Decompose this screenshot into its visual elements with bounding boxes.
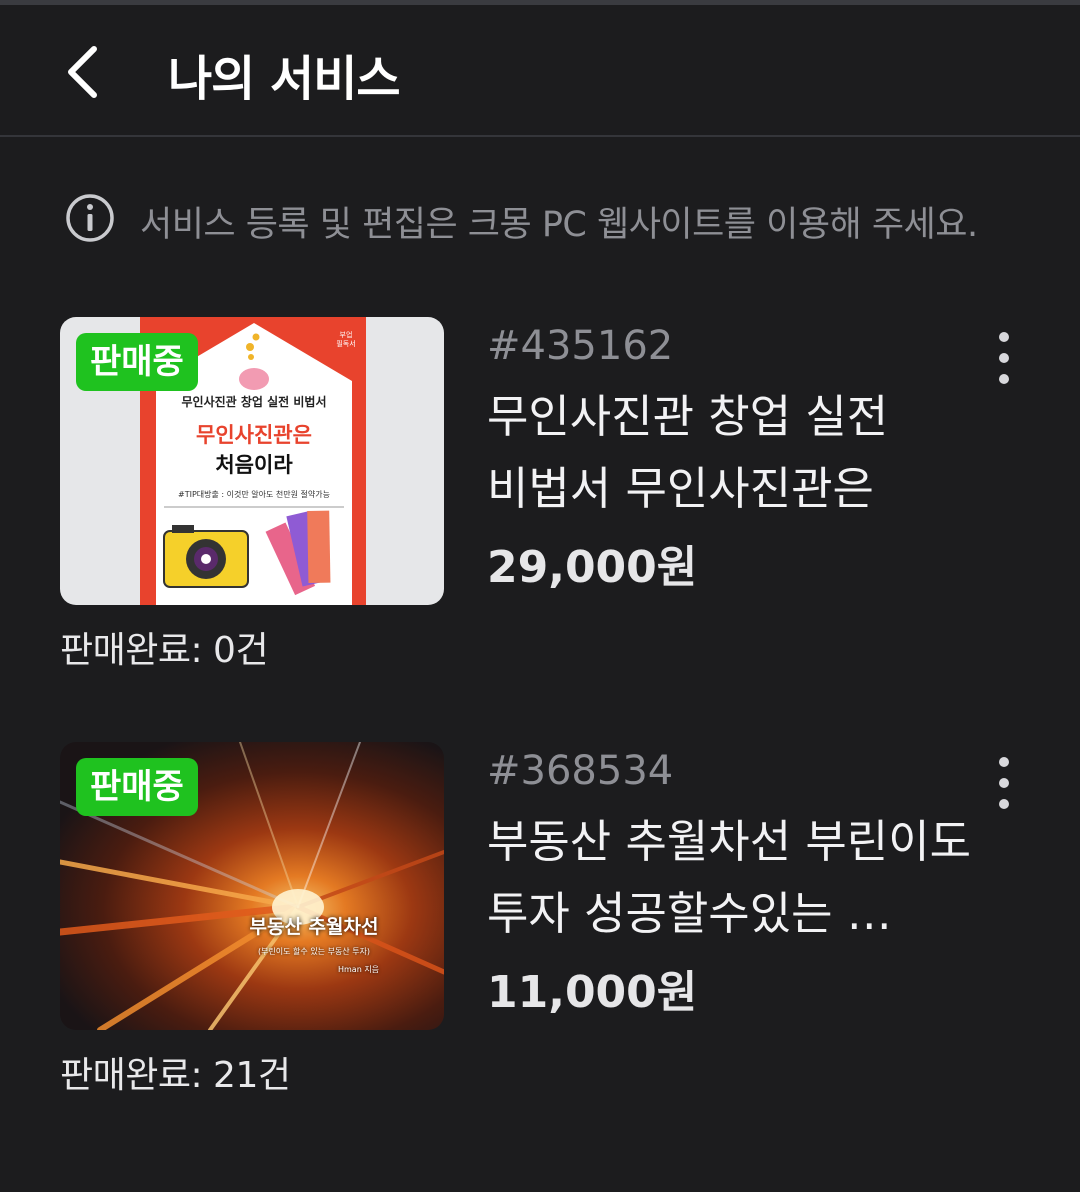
service-item: 부동산 추월차선 (부린이도 할수 있는 부동산 투자) Hman 지음 판매중… [0,742,1080,1102]
more-vertical-icon [999,332,1009,384]
service-code: #368534 [487,748,674,794]
thumbnail-corner-tag: 부업 필독서 [336,331,356,348]
thumbnail-subtitle: (부린이도 할수 있는 부동산 투자) [257,947,371,956]
back-button[interactable] [54,35,118,109]
thumbnail-author: Hman 지음 [338,965,380,974]
thumbnail-title-red: 무인사진관은 [196,423,312,447]
sold-count: 판매완료: 21건 [60,1055,291,1096]
thumbnail-tagline: #TIP대방출 : 이것만 알아도 천만원 절약가능 [178,490,330,499]
thumbnail-title-black: 처음이라 [215,453,293,477]
service-price: 29,000원 [487,542,698,593]
service-title[interactable]: 무인사진관 창업 실전 비법서 무인사진관은 처음… [487,381,977,525]
service-thumbnail[interactable]: 부동산 추월차선 (부린이도 할수 있는 부동산 투자) Hman 지음 판매중 [60,742,444,1030]
more-options-button[interactable] [982,748,1026,818]
notice-text: 서비스 등록 및 편집은 크몽 PC 웹사이트를 이용해 주세요. [140,205,978,245]
service-code: #435162 [487,323,674,369]
more-options-button[interactable] [982,323,1026,393]
service-price: 11,000원 [487,967,698,1018]
service-item: 무인사진관 창업 실전 비법서 무인사진관은 처음이라 #TIP대방출 : 이것… [0,317,1080,677]
status-badge: 판매중 [76,333,198,391]
status-badge: 판매중 [76,758,198,816]
service-title[interactable]: 부동산 추월차선 부린이도 투자 성공할수있는 … [487,806,977,950]
sold-count: 판매완료: 0건 [60,630,269,671]
page-title: 나의 서비스 [168,51,401,107]
more-vertical-icon [999,757,1009,809]
service-thumbnail[interactable]: 무인사진관 창업 실전 비법서 무인사진관은 처음이라 #TIP대방출 : 이것… [60,317,444,605]
chevron-left-icon [68,46,97,98]
app-header: 나의 서비스 [0,5,1080,137]
info-icon [66,194,114,242]
thumbnail-title: 부동산 추월차선 [249,916,379,938]
notice-banner: 서비스 등록 및 편집은 크몽 PC 웹사이트를 이용해 주세요. [64,190,1064,245]
thumbnail-subtitle: 무인사진관 창업 실전 비법서 [181,395,327,409]
